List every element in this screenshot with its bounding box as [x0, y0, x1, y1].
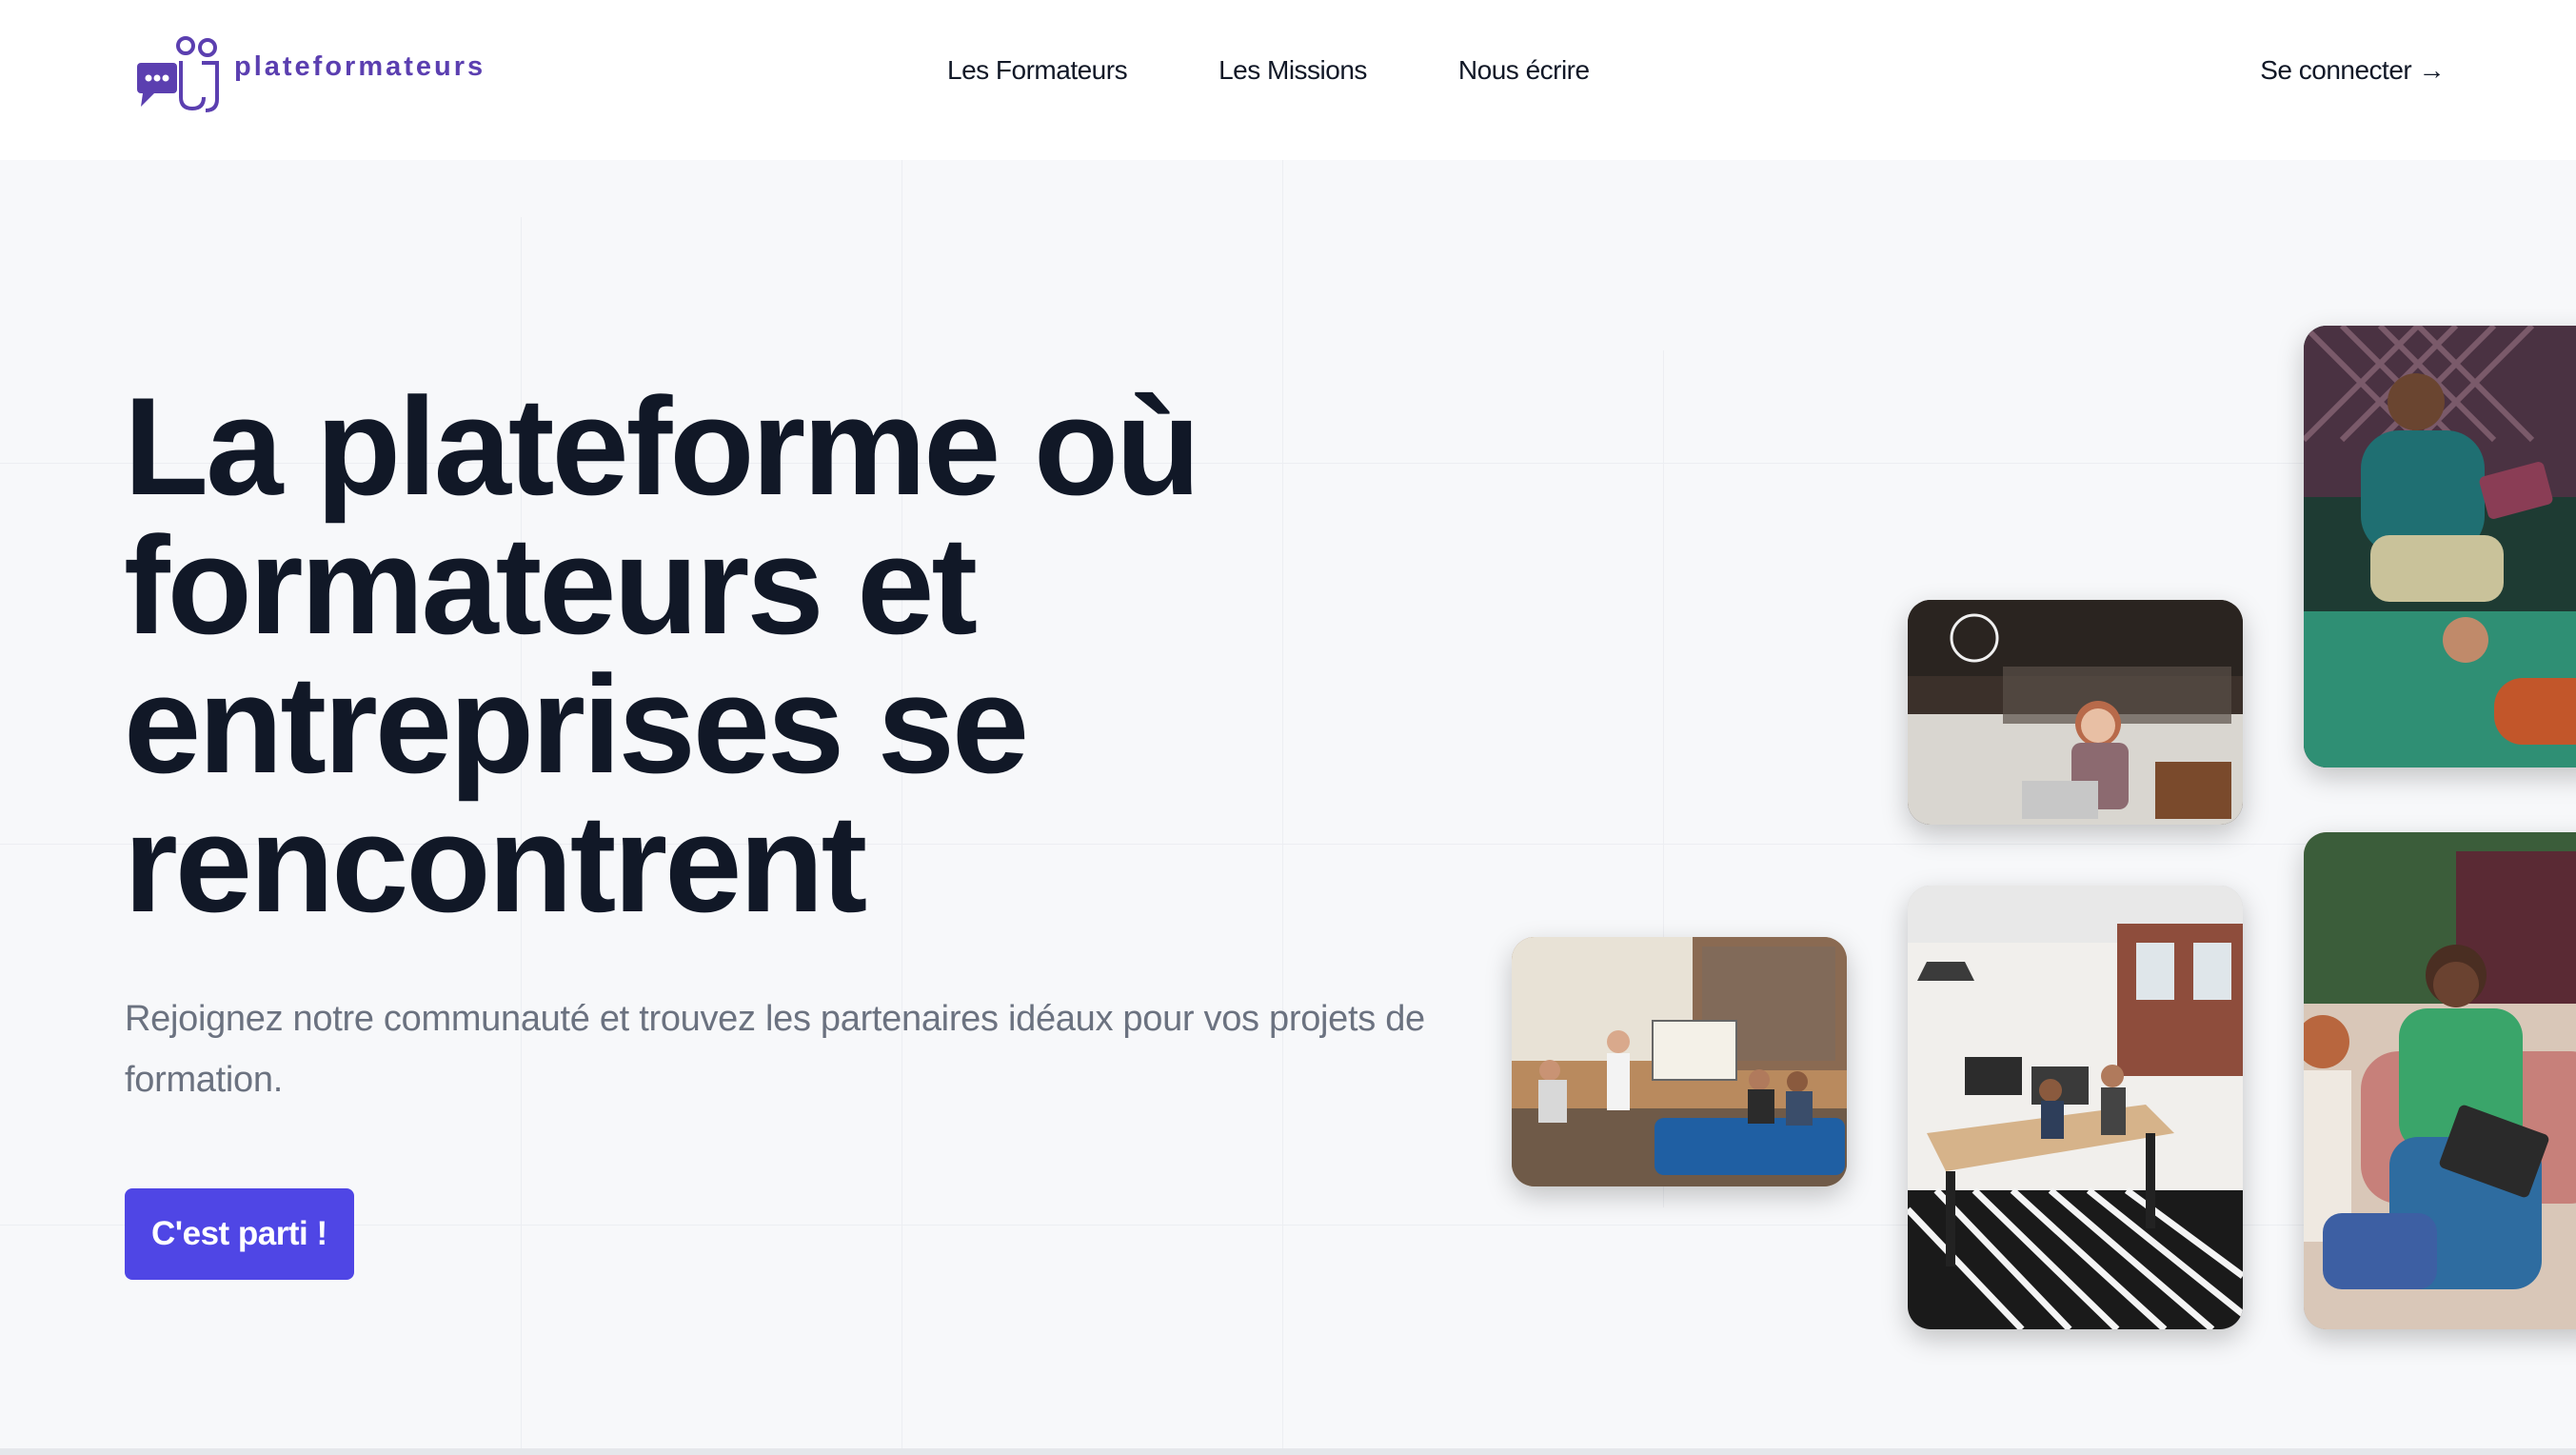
team-meeting-photo: [1512, 937, 1847, 1186]
woman-laptop-photo: [1908, 600, 2243, 825]
main-nav: Les Formateurs Les Missions Nous écrire: [947, 55, 1681, 86]
chat-people-icon: [137, 36, 219, 112]
site-header: plateformateurs Les Formateurs Les Missi…: [0, 0, 2576, 160]
open-office-photo: [1908, 886, 2243, 1329]
brand-name: plateformateurs: [234, 50, 486, 82]
headline-line: rencontrent: [124, 786, 867, 941]
headline-line: formateurs et: [124, 508, 978, 663]
nav-link-contact[interactable]: Nous écrire: [1458, 55, 1590, 86]
page-divider: [0, 1448, 2576, 1455]
group-laughing-photo: [2304, 832, 2576, 1329]
hero-subtitle: Rejoignez notre communauté et trouvez le…: [125, 999, 1425, 1100]
headline-line: La plateforme où: [124, 369, 1200, 524]
hero-section: La plateforme où formateurs et entrepris…: [0, 160, 2576, 1449]
man-tablet-photo: [2304, 326, 2576, 767]
cta-button[interactable]: C'est parti !: [125, 1188, 354, 1280]
nav-link-missions[interactable]: Les Missions: [1219, 55, 1367, 86]
brand-logo[interactable]: plateformateurs: [133, 34, 485, 114]
login-link[interactable]: Se connecter →: [2260, 55, 2445, 86]
nav-link-formateurs[interactable]: Les Formateurs: [947, 55, 1128, 86]
headline-line: entreprises se: [124, 647, 1029, 802]
hero-headline: La plateforme où formateurs et entrepris…: [124, 377, 1361, 933]
